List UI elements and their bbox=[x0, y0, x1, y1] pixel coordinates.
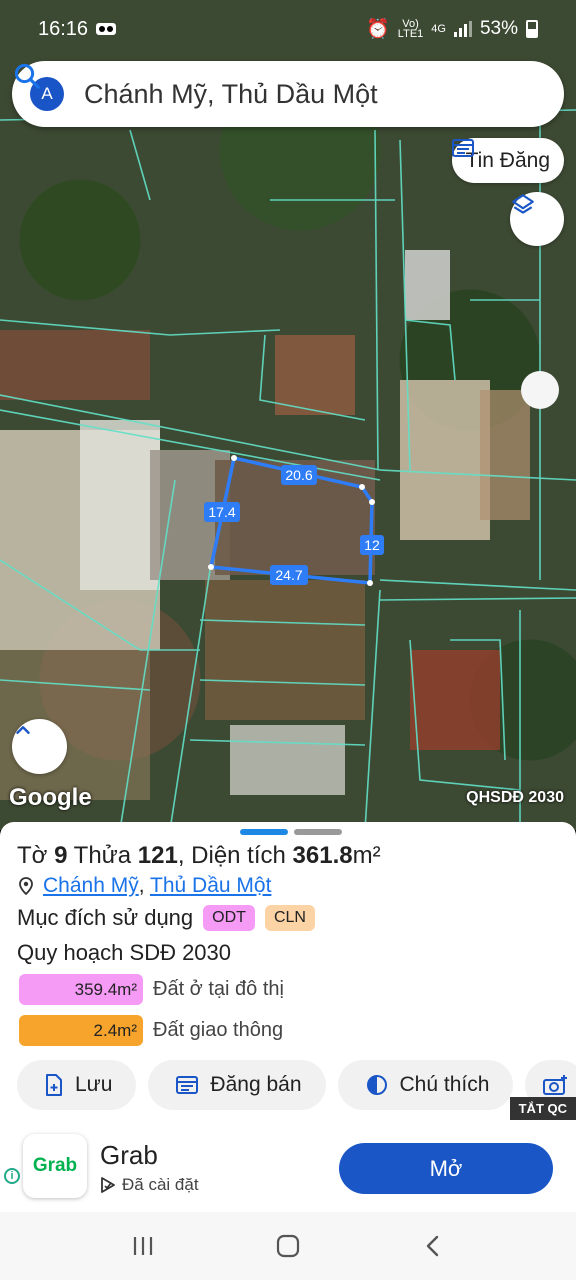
parcel-title: Tờ 9 Thửa 121, Diện tích 361.8m² bbox=[17, 842, 381, 869]
battery-icon bbox=[526, 20, 538, 38]
scroll-handle[interactable] bbox=[521, 371, 559, 409]
search-icon[interactable] bbox=[12, 61, 42, 91]
location-pin-icon bbox=[19, 877, 33, 895]
grab-logo: Grab bbox=[23, 1134, 87, 1198]
close-ad-button[interactable]: TẮT QC bbox=[509, 1097, 576, 1120]
search-bar[interactable]: A Chánh Mỹ, Thủ Dầu Một bbox=[12, 61, 564, 127]
add-photo-icon bbox=[543, 1075, 568, 1095]
ad-info-icon[interactable]: i bbox=[4, 1168, 20, 1184]
purpose-label: Mục đích sử dụng bbox=[17, 905, 194, 930]
parcel-info-sheet: Tờ 9 Thửa 121, Diện tích 361.8m² Chánh M… bbox=[0, 822, 576, 1122]
edge-label-left: 17.4 bbox=[208, 504, 235, 520]
battery-percent: 53% bbox=[479, 18, 518, 39]
tin-dang-label: Tin Đăng bbox=[465, 148, 550, 172]
network-type: 4G bbox=[431, 23, 446, 35]
action-row: Lưu Đăng bán Chú thích bbox=[17, 1060, 576, 1110]
legend-label: Chú thích bbox=[399, 1073, 490, 1096]
system-nav-bar bbox=[0, 1212, 576, 1280]
back-button[interactable] bbox=[413, 1226, 453, 1266]
home-button[interactable] bbox=[268, 1226, 308, 1266]
plan-label: Đất ở tại đô thị bbox=[153, 978, 284, 1000]
save-label: Lưu bbox=[75, 1073, 113, 1096]
parcel-location: Chánh Mỹ, Thủ Dầu Một bbox=[19, 874, 271, 898]
recent-apps-icon bbox=[133, 1237, 152, 1255]
purpose-chip-odt: ODT bbox=[203, 905, 255, 931]
volte-icon: Vo) LTE1 bbox=[397, 18, 424, 40]
voicemail-icon bbox=[96, 23, 117, 35]
plan-title: Quy hoạch SDĐ 2030 bbox=[17, 940, 232, 965]
sheet-page-indicator[interactable] bbox=[240, 829, 342, 835]
post-sale-button[interactable]: Đăng bán bbox=[148, 1060, 326, 1110]
purpose-chip-cln: CLN bbox=[264, 905, 315, 931]
status-time: 16:16 bbox=[38, 17, 89, 40]
contrast-icon bbox=[366, 1075, 387, 1095]
ad-subtitle: Đã cài đặt bbox=[100, 1175, 199, 1195]
installed-icon bbox=[101, 1177, 115, 1193]
expand-sheet-button[interactable] bbox=[12, 719, 67, 774]
google-logo: Google bbox=[9, 784, 92, 811]
signal-icon bbox=[453, 21, 472, 37]
edge-label-top: 20.6 bbox=[285, 467, 312, 483]
plan-row: 359.4m² Đất ở tại đô thị bbox=[19, 974, 284, 1005]
plan-value: 2.4m² bbox=[19, 1015, 143, 1046]
save-button[interactable]: Lưu bbox=[17, 1060, 137, 1110]
tin-dang-button[interactable]: Tin Đăng bbox=[451, 138, 564, 183]
city-link[interactable]: Thủ Dầu Một bbox=[150, 874, 271, 897]
legend-button[interactable]: Chú thích bbox=[337, 1060, 514, 1110]
plan-row: 2.4m² Đất giao thông bbox=[19, 1015, 283, 1046]
plan-label: Đất giao thông bbox=[153, 1019, 284, 1041]
layers-button[interactable] bbox=[510, 192, 564, 246]
satellite-map[interactable]: 20.6 17.4 12 24.7 16:16 ⏰ Vo) LTE1 4G 53%… bbox=[0, 0, 576, 830]
recent-apps-button[interactable] bbox=[123, 1226, 163, 1266]
ward-link[interactable]: Chánh Mỹ bbox=[43, 874, 139, 897]
back-icon bbox=[427, 1235, 439, 1257]
status-bar: 16:16 ⏰ Vo) LTE1 4G 53% bbox=[0, 0, 576, 58]
edge-label-right: 12 bbox=[364, 537, 380, 553]
post-sale-label: Đăng bán bbox=[210, 1073, 302, 1096]
listing-icon bbox=[176, 1076, 199, 1094]
land-use-purpose: Mục đích sử dụng ODT CLN bbox=[17, 905, 315, 931]
alarm-icon: ⏰ bbox=[366, 19, 390, 40]
ad-banner[interactable]: TẮT QC i Grab Grab Đã cài đặt Mở bbox=[0, 1097, 576, 1212]
layers-icon bbox=[512, 194, 534, 214]
open-app-button[interactable]: Mở bbox=[339, 1143, 553, 1194]
ad-app-name: Grab bbox=[100, 1140, 158, 1170]
add-file-icon bbox=[46, 1074, 62, 1096]
edge-label-bottom: 24.7 bbox=[275, 567, 302, 583]
chevron-up-icon bbox=[16, 726, 30, 734]
plan-value: 359.4m² bbox=[19, 974, 143, 1005]
home-icon bbox=[276, 1234, 300, 1258]
map-layer-tag: QHSDĐ 2030 bbox=[466, 789, 564, 806]
listing-icon bbox=[451, 139, 474, 157]
search-input[interactable]: Chánh Mỹ, Thủ Dầu Một bbox=[84, 79, 546, 110]
